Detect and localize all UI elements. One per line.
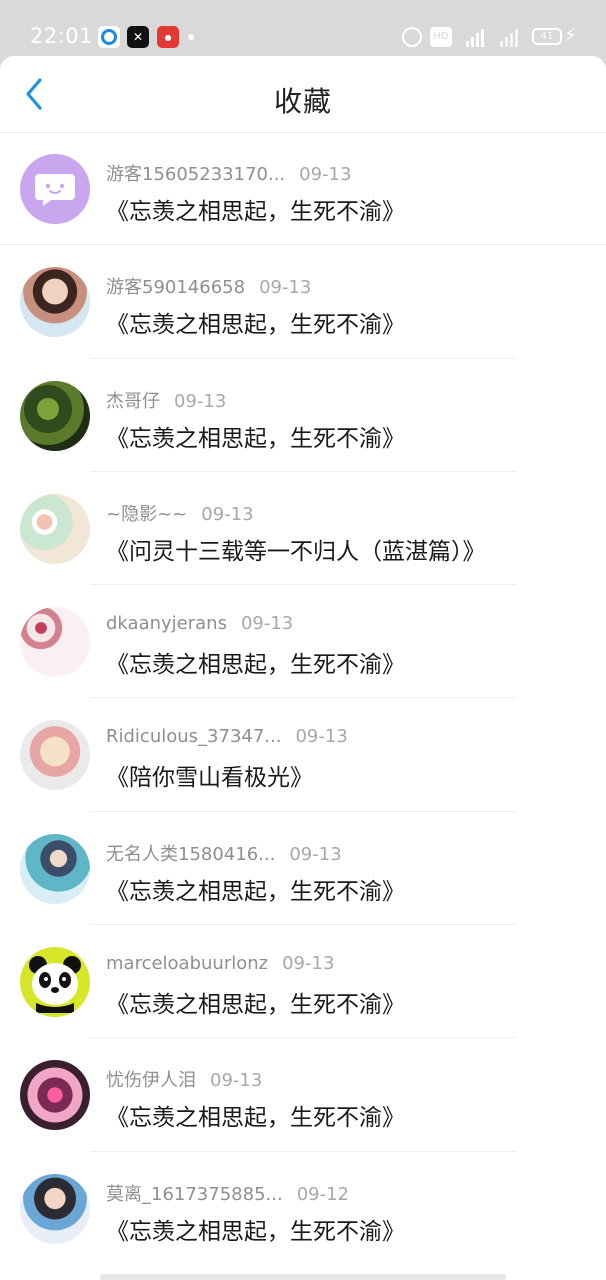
username: marceloabuurlonz — [106, 953, 269, 975]
avatar[interactable] — [20, 380, 90, 451]
list-item[interactable]: 游客15605233170... 09-13 《忘羡之相思起，生死不渝》 — [0, 132, 606, 246]
list-item[interactable]: 杰哥仔 09-13 《忘羡之相思起，生死不渝》 — [0, 359, 606, 472]
story-title: 《忘羡之相思起，生死不渝》 — [106, 425, 405, 452]
list-item[interactable]: marceloabuurlonz 09-13 《忘羡之相思起，生死不渝》 — [0, 925, 606, 1039]
list-item[interactable]: dkaanyjerans 09-13 《忘羡之相思起，生死不渝》 — [0, 585, 606, 699]
avatar[interactable] — [20, 720, 90, 791]
date: 09-13 — [201, 503, 254, 525]
avatar[interactable] — [20, 267, 90, 338]
battery-icon: 41 — [532, 28, 562, 45]
story-title: 《忘羡之相思起，生死不渝》 — [106, 878, 405, 905]
favorites-screen: 22:01 ✕ ● HD 41 ⚡ 收藏 游客15605233170... 09… — [0, 0, 606, 1280]
app-notification-icon — [98, 26, 120, 48]
header: 收藏 — [0, 56, 606, 132]
item-meta: 忧伤伊人泪 09-13 — [106, 1066, 263, 1092]
status-time: 22:01 — [30, 24, 94, 48]
date: 09-13 — [240, 613, 294, 635]
item-meta: 莫离_1617375885... 09-12 — [106, 1180, 349, 1205]
username: Ridiculous_37347... — [106, 726, 282, 748]
avatar[interactable] — [20, 493, 90, 564]
list-item[interactable]: ~隐影~~ 09-13 《问灵十三载等一不归人（蓝湛篇）》 — [0, 472, 606, 586]
item-meta: dkaanyjerans 09-13 — [106, 613, 293, 637]
username: 莫离_1617375885... — [106, 1183, 283, 1205]
story-title: 《问灵十三载等一不归人（蓝湛篇）》 — [106, 538, 486, 565]
list-item[interactable]: 忧伤伊人泪 09-13 《忘羡之相思起，生死不渝》 — [0, 1038, 606, 1152]
date: 09-13 — [289, 843, 342, 865]
username: 游客15605233170... — [106, 164, 286, 185]
avatar[interactable] — [20, 833, 90, 904]
more-notifications-icon — [188, 34, 194, 40]
item-meta: ~隐影~~ 09-13 — [106, 500, 254, 525]
username: 杰哥仔 — [106, 390, 160, 412]
item-meta: Ridiculous_37347... 09-13 — [106, 726, 348, 750]
alarm-icon — [402, 27, 422, 47]
story-title: 《忘羡之相思起，生死不渝》 — [106, 1218, 405, 1245]
username: 忧伤伊人泪 — [106, 1070, 196, 1092]
date: 09-13 — [174, 390, 227, 412]
charging-icon: ⚡ — [564, 25, 577, 46]
avatar[interactable] — [20, 947, 90, 1018]
story-title: 《陪你雪山看极光》 — [106, 765, 313, 792]
story-title: 《忘羡之相思起，生死不渝》 — [106, 992, 405, 1019]
signal-secondary-icon — [500, 27, 522, 47]
scroll-indicator — [100, 1274, 506, 1280]
date: 09-13 — [299, 164, 352, 185]
list-item[interactable]: Ridiculous_37347... 09-13 《陪你雪山看极光》 — [0, 698, 606, 812]
hd-icon: HD — [430, 27, 452, 47]
list-item[interactable]: 游客590146658 09-13 《忘羡之相思起，生死不渝》 — [0, 245, 606, 359]
date: 09-13 — [210, 1070, 263, 1092]
story-title: 《忘羡之相思起，生死不渝》 — [106, 199, 405, 225]
date: 09-13 — [259, 277, 312, 299]
username: ~隐影~~ — [106, 503, 188, 525]
item-meta: 游客590146658 09-13 — [106, 273, 312, 299]
avatar[interactable] — [20, 154, 90, 224]
item-meta: 杰哥仔 09-13 — [106, 387, 227, 412]
item-meta: marceloabuurlonz 09-13 — [106, 953, 334, 977]
list-item[interactable]: 莫离_1617375885... 09-12 《忘羡之相思起，生死不渝》 — [0, 1152, 606, 1265]
favorites-list: 游客15605233170... 09-13 《忘羡之相思起，生死不渝》 游客59… — [0, 132, 606, 1265]
date: 09-13 — [295, 726, 348, 748]
item-meta: 无名人类1580416... 09-13 — [106, 840, 342, 865]
date: 09-12 — [296, 1183, 349, 1205]
signal-icon — [466, 27, 490, 47]
story-title: 《忘羡之相思起，生死不渝》 — [106, 652, 405, 679]
avatar[interactable] — [20, 1173, 90, 1244]
shopping-notification-icon: ● — [157, 26, 179, 48]
chat-bubble-icon — [35, 174, 75, 206]
story-title: 《忘羡之相思起，生死不渝》 — [106, 1105, 405, 1132]
username: dkaanyjerans — [106, 613, 227, 635]
story-title: 《忘羡之相思起，生死不渝》 — [106, 312, 405, 339]
list-item[interactable]: 无名人类1580416... 09-13 《忘羡之相思起，生死不渝》 — [0, 812, 606, 926]
item-meta: 游客15605233170... 09-13 — [106, 160, 352, 185]
username: 无名人类1580416... — [106, 843, 276, 865]
panda-icon — [29, 956, 81, 1014]
username: 游客590146658 — [106, 277, 246, 299]
avatar[interactable] — [20, 607, 90, 678]
page-title: 收藏 — [273, 85, 332, 118]
avatar[interactable] — [20, 1060, 90, 1131]
date: 09-13 — [282, 953, 335, 975]
capcut-notification-icon: ✕ — [127, 26, 149, 48]
